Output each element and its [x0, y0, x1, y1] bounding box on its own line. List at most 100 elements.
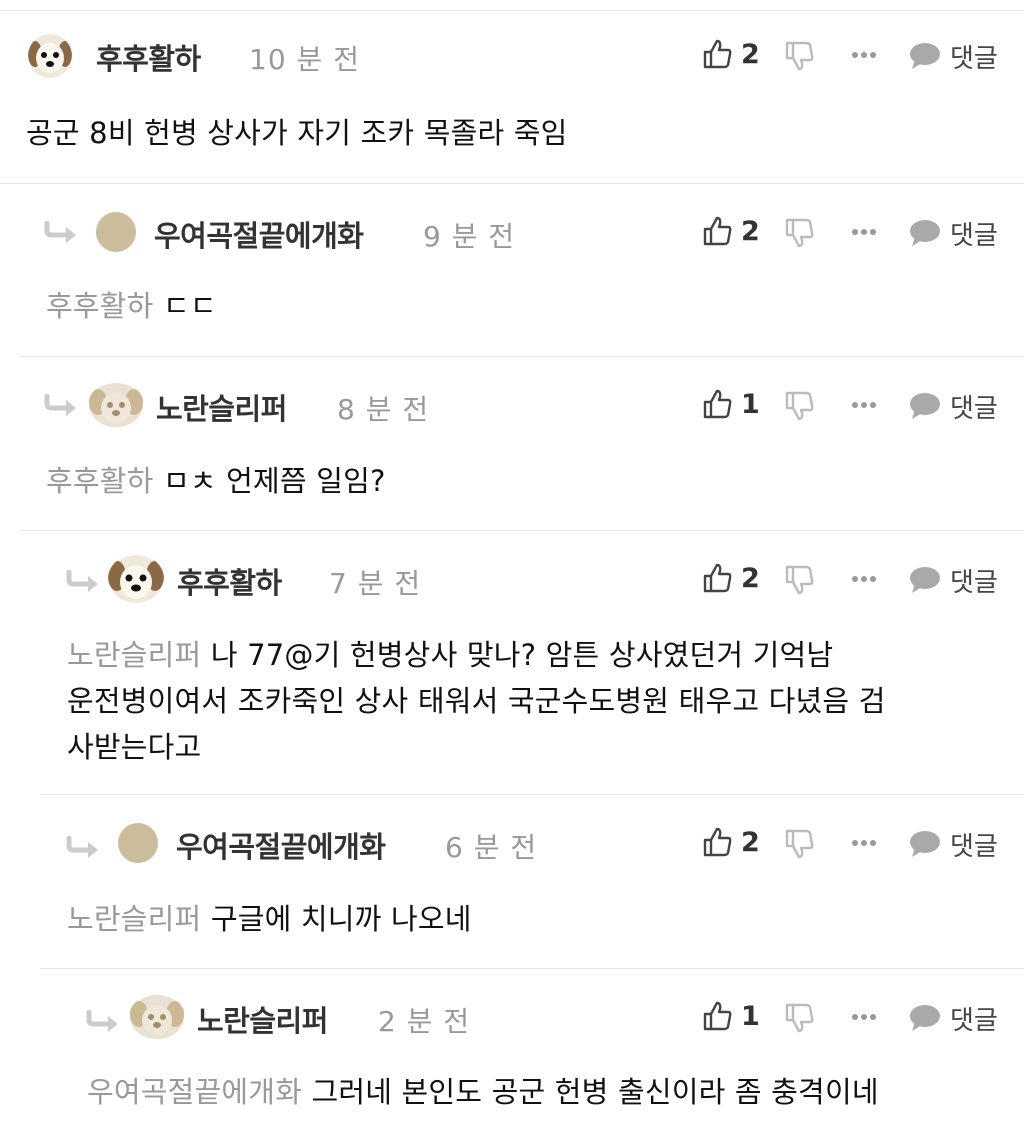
- more-dots-icon[interactable]: [851, 50, 877, 60]
- more-dots-icon[interactable]: [851, 1012, 877, 1022]
- avatar[interactable]: [108, 554, 164, 604]
- reply-button[interactable]: 댓글: [908, 215, 1004, 251]
- thumbs-down-icon[interactable]: [785, 390, 815, 422]
- nickname[interactable]: 후후활하: [96, 36, 201, 78]
- beige-circle-avatar-icon: [96, 212, 136, 252]
- nickname[interactable]: 노란슬리퍼: [197, 998, 328, 1040]
- reply-label: 댓글: [950, 568, 998, 598]
- timestamp: 6 분 전: [445, 831, 538, 864]
- comment-reply: 후후활하 7 분 전 2 댓글 노란슬리퍼 나 77@기 헌병상사 맞나? 암튼…: [20, 530, 1024, 795]
- thumbs-down-icon[interactable]: [785, 40, 815, 72]
- reply-button[interactable]: 댓글: [908, 388, 1004, 424]
- like-count: 2: [741, 563, 760, 594]
- comment-body: 후후활하 ㅁㅊ 언제쯤 일임?: [46, 458, 386, 504]
- like-count: 2: [741, 827, 760, 858]
- avatar[interactable]: [88, 382, 144, 428]
- comment: 후후활하 10 분 전 2 댓글 공군 8비 헌병 상사가 자기 조카 목졸라 …: [0, 11, 1024, 183]
- avatar[interactable]: [129, 994, 185, 1040]
- thumbs-up-icon[interactable]: [703, 1000, 733, 1032]
- reply-arrow-icon: [66, 570, 98, 592]
- avatar[interactable]: [117, 822, 159, 864]
- reply-button[interactable]: 댓글: [908, 826, 1004, 862]
- timestamp: 7 분 전: [329, 567, 422, 600]
- nickname[interactable]: 우여곡절끝에개화: [176, 824, 386, 866]
- like-count: 2: [741, 39, 760, 70]
- timestamp: 10 분 전: [249, 43, 360, 76]
- comment-body: 노란슬리퍼 나 77@기 헌병상사 맞나? 암튼 상사였던거 기억남 운전병이여…: [67, 632, 886, 770]
- timestamp: 2 분 전: [378, 1005, 471, 1038]
- like-count: 1: [741, 1001, 760, 1032]
- comment-text-line: 그러네 본인도 공군 헌병 출신이라 좀 충격이네: [311, 1075, 879, 1109]
- timestamp: 8 분 전: [337, 393, 430, 426]
- reply-arrow-icon: [66, 836, 98, 858]
- mention[interactable]: 후후활하: [46, 464, 154, 498]
- speech-bubble-icon: [910, 393, 940, 419]
- comment-header: 후후활하 7 분 전 2 댓글: [0, 546, 1024, 606]
- reply-button[interactable]: 댓글: [908, 1000, 1004, 1036]
- nickname[interactable]: 노란슬리퍼: [156, 386, 287, 428]
- comment-body: 후후활하 ㄷㄷ: [46, 283, 217, 329]
- comment-body: 노란슬리퍼 구글에 치니까 나오네: [67, 896, 472, 942]
- thumbs-down-icon[interactable]: [785, 564, 815, 596]
- mention[interactable]: 노란슬리퍼: [67, 902, 201, 936]
- thumbs-up-icon[interactable]: [703, 562, 733, 594]
- more-dots-icon[interactable]: [851, 574, 877, 584]
- reply-label: 댓글: [950, 1006, 998, 1036]
- comment-header: 후후활하 10 분 전 2 댓글: [0, 26, 1024, 86]
- comment-header: 우여곡절끝에개화 9 분 전 2 댓글: [0, 199, 1024, 259]
- reply-label: 댓글: [950, 394, 998, 424]
- comment-text-line: ㄷㄷ: [162, 289, 217, 323]
- like-count: 2: [741, 216, 760, 247]
- timestamp: 9 분 전: [423, 220, 516, 253]
- comment-header: 우여곡절끝에개화 6 분 전 2 댓글: [0, 810, 1024, 870]
- comment-text-line: 공군 8비 헌병 상사가 자기 조카 목졸라 죽임: [26, 116, 568, 150]
- comment-reply: 우여곡절끝에개화 9 분 전 2 댓글 후후활하 ㄷㄷ: [0, 183, 1024, 356]
- reply-arrow-icon: [44, 394, 76, 416]
- thumbs-up-icon[interactable]: [703, 826, 733, 858]
- reply-button[interactable]: 댓글: [908, 562, 1004, 598]
- comment-reply: 노란슬리퍼 8 분 전 1 댓글 후후활하 ㅁㅊ 언제쯤 일임?: [20, 356, 1024, 531]
- thumbs-down-icon[interactable]: [785, 217, 815, 249]
- comment-text-line: 구글에 치니까 나오네: [210, 902, 472, 936]
- reply-arrow-icon: [44, 221, 76, 243]
- comment-text-line: 운전병이여서 조카죽인 상사 태워서 국군수도병원 태우고 다녔음 검: [67, 684, 886, 718]
- reply-label: 댓글: [950, 221, 998, 251]
- reply-button[interactable]: 댓글: [908, 38, 1004, 74]
- more-dots-icon[interactable]: [851, 838, 877, 848]
- speech-bubble-icon: [910, 831, 940, 857]
- comment-text-line: 사받는다고: [67, 730, 202, 764]
- speech-bubble-icon: [910, 1005, 940, 1031]
- avatar[interactable]: [28, 34, 72, 78]
- comment-body: 우여곡절끝에개화 그러네 본인도 공군 헌병 출신이라 좀 충격이네: [87, 1069, 879, 1115]
- thumbs-up-icon[interactable]: [703, 38, 733, 70]
- comment-header: 노란슬리퍼 8 분 전 1 댓글: [0, 372, 1024, 432]
- comment-reply: 노란슬리퍼 2 분 전 1 댓글 우여곡절끝에개화 그러네 본인도 공군 헌병 …: [40, 968, 1024, 1122]
- nickname[interactable]: 우여곡절끝에개화: [154, 213, 364, 255]
- more-dots-icon[interactable]: [851, 227, 877, 237]
- mention[interactable]: 후후활하: [46, 289, 154, 323]
- comment-reply: 우여곡절끝에개화 6 분 전 2 댓글 노란슬리퍼 구글에 치니까 나오네: [40, 794, 1024, 969]
- puppy-avatar-icon: [28, 34, 72, 78]
- reply-label: 댓글: [950, 832, 998, 862]
- thumbs-down-icon[interactable]: [785, 828, 815, 860]
- thumbs-up-icon[interactable]: [703, 215, 733, 247]
- like-count: 1: [741, 389, 760, 420]
- speech-bubble-icon: [910, 220, 940, 246]
- blurry-puppy-avatar-icon: [89, 383, 143, 427]
- reply-arrow-icon: [86, 1010, 118, 1032]
- avatar[interactable]: [95, 211, 137, 253]
- thumbs-down-icon[interactable]: [785, 1002, 815, 1034]
- comment-body: 공군 8비 헌병 상사가 자기 조카 목졸라 죽임: [26, 110, 568, 156]
- thumbs-up-icon[interactable]: [703, 388, 733, 420]
- nickname[interactable]: 후후활하: [177, 560, 282, 602]
- speech-bubble-icon: [910, 567, 940, 593]
- comment-line: 노란슬리퍼 나 77@기 헌병상사 맞나? 암튼 상사였던거 기억남: [67, 632, 886, 678]
- mention[interactable]: 노란슬리퍼: [67, 638, 201, 672]
- more-dots-icon[interactable]: [851, 400, 877, 410]
- comment-text-line: 나 77@기 헌병상사 맞나? 암튼 상사였던거 기억남: [210, 638, 834, 672]
- mention[interactable]: 우여곡절끝에개화: [87, 1075, 302, 1109]
- puppy-avatar-icon: [108, 555, 164, 603]
- comment-text-line: ㅁㅊ 언제쯤 일임?: [162, 464, 386, 498]
- reply-label: 댓글: [950, 44, 998, 74]
- blurry-puppy-avatar-icon: [130, 995, 184, 1039]
